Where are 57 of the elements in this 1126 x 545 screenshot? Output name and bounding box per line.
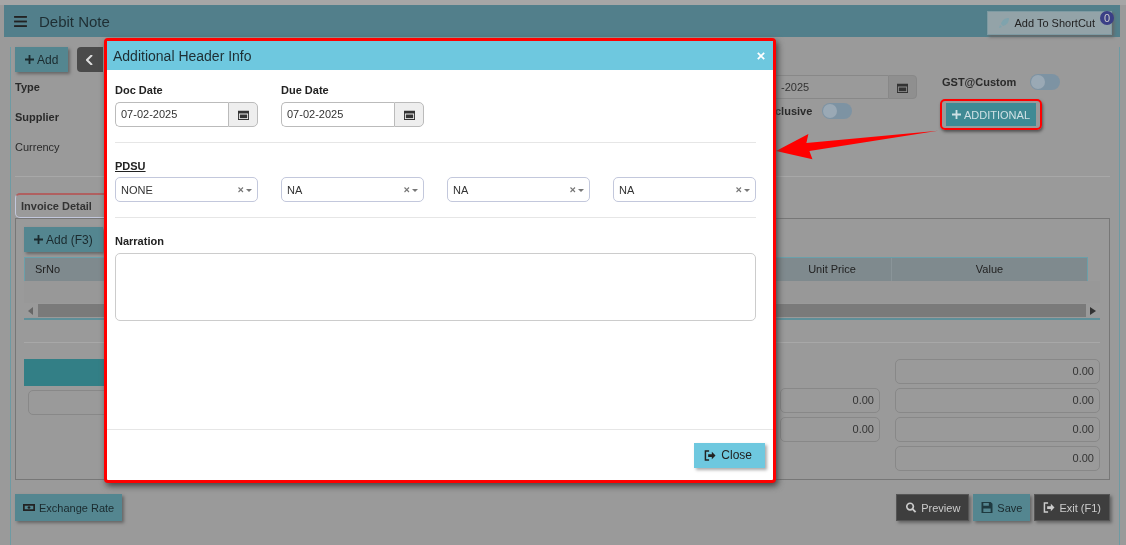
calendar-button[interactable]: [394, 102, 424, 127]
field-label: Type: [15, 81, 40, 95]
chevron-left-icon: [86, 54, 95, 65]
select-dropdown[interactable]: NA: [281, 177, 424, 202]
plus-icon: [25, 55, 34, 64]
amount-field[interactable]: 0.00: [895, 417, 1100, 442]
add-button[interactable]: Add: [15, 47, 69, 72]
amount-field[interactable]: 0.00: [895, 388, 1100, 413]
menu-icon[interactable]: [14, 15, 27, 27]
select-dropdown[interactable]: NA: [447, 177, 590, 202]
back-button[interactable]: [77, 47, 104, 72]
select-dropdown[interactable]: NONE: [115, 177, 258, 202]
add-row-button[interactable]: Add (F3): [24, 227, 103, 252]
toggle-label: GST@Custom: [942, 76, 1017, 88]
plus-icon: [952, 110, 961, 119]
exit-button[interactable]: Exit (F1): [1034, 494, 1110, 521]
dialog-title: Additional Header Info: [113, 47, 252, 64]
plus-icon: [34, 235, 43, 244]
narration-field[interactable]: [115, 253, 756, 321]
field-label: Due Date: [281, 84, 330, 96]
clear-icon[interactable]: [404, 186, 418, 193]
clear-icon[interactable]: [570, 186, 584, 193]
calendar-icon: [237, 109, 249, 120]
calendar-icon: [897, 81, 908, 93]
select-dropdown[interactable]: NA: [613, 177, 756, 202]
field-label: Currency: [15, 141, 60, 155]
date-field[interactable]: 07-02-2025: [281, 102, 394, 127]
column-header: SrNo: [34, 262, 62, 277]
page-title: Debit Note: [39, 12, 110, 30]
field-label: Narration: [115, 235, 165, 247]
field-label: Supplier: [15, 111, 59, 125]
save-button[interactable]: Save: [973, 494, 1031, 521]
banknote-icon: [23, 502, 35, 513]
additional-button[interactable]: ADDITIONAL: [946, 103, 1036, 126]
search-icon: [905, 502, 918, 513]
preview-button[interactable]: Preview: [896, 494, 970, 521]
toggle-label: clusive: [775, 105, 813, 117]
sign-out-icon: [1043, 502, 1056, 513]
sign-out-icon: [704, 449, 717, 461]
column-header: Value: [974, 262, 1005, 277]
amount-field[interactable]: 0.00: [895, 359, 1100, 384]
clear-icon[interactable]: [238, 186, 252, 193]
close-button[interactable]: Close: [694, 442, 765, 468]
count-badge: 0: [1100, 11, 1114, 25]
toggle-switch[interactable]: [822, 103, 853, 119]
calendar-icon: [403, 109, 415, 120]
clear-icon[interactable]: [736, 186, 750, 193]
amount-field[interactable]: 0.00: [780, 388, 880, 413]
field-label: Doc Date: [115, 84, 164, 96]
section-label: PDSU: [115, 160, 146, 172]
exchange-button[interactable]: Exchange Rate: [15, 494, 123, 521]
amount-field[interactable]: 0.00: [780, 417, 880, 442]
scroll-right-icon[interactable]: [1090, 306, 1096, 315]
toggle-switch[interactable]: [1030, 74, 1061, 90]
amount-field[interactable]: 0.00: [895, 446, 1100, 471]
calendar-button[interactable]: [228, 102, 258, 127]
date-field[interactable]: 07-02-2025: [115, 102, 228, 127]
